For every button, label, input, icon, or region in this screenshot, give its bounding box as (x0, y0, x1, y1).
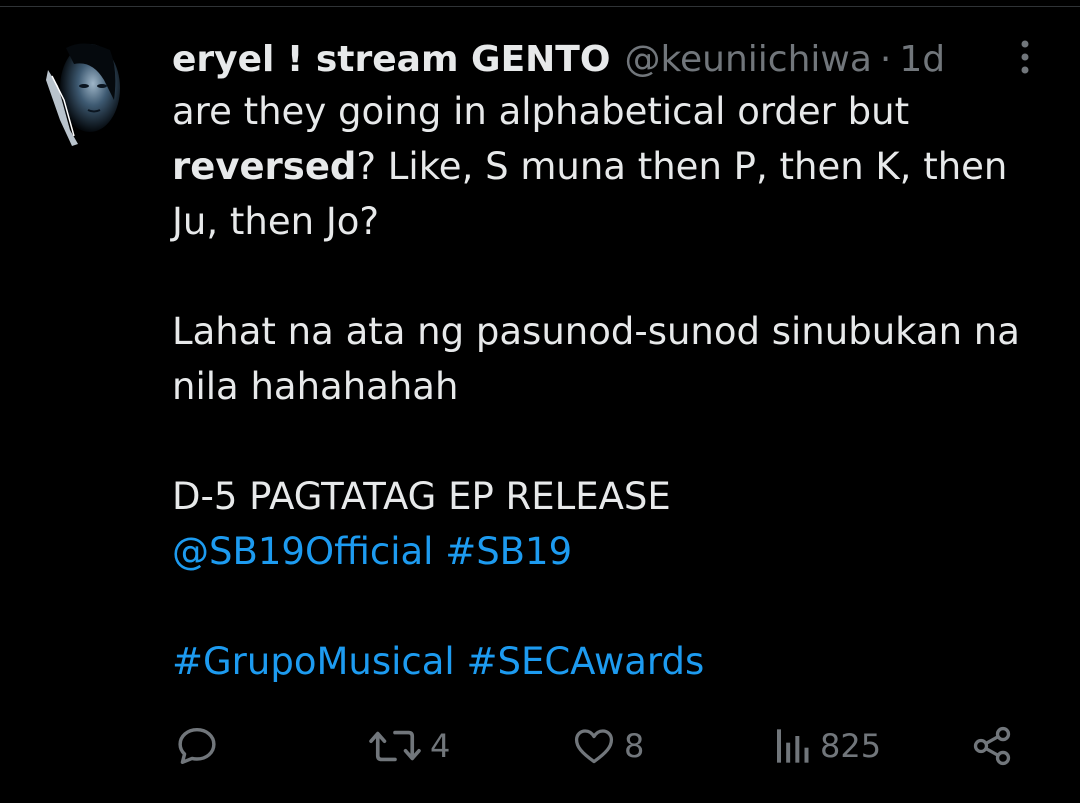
tweet-header: eryel ! stream GENTO @keuniichiwa · 1d (172, 36, 1052, 84)
tweet-line: D-5 PAGTATAG EP RELEASE (172, 475, 671, 518)
action-bar: 4 8 825 (172, 718, 1022, 774)
more-options-button[interactable] (1012, 38, 1038, 78)
tweet-line-rest: ? Like, S muna then P, then K, then (356, 145, 1008, 188)
retweet-button[interactable]: 4 (368, 718, 450, 774)
hashtag-link[interactable]: #SECAwards (466, 640, 704, 683)
reply-button[interactable] (174, 718, 220, 774)
hashtag-link[interactable]: #SB19 (445, 530, 572, 573)
tweet-line: are they going in alphabetical order but (172, 90, 910, 133)
tweet-line: nila hahahahah (172, 365, 459, 408)
like-button[interactable]: 8 (572, 718, 644, 774)
avatar[interactable] (44, 40, 124, 150)
heart-icon (574, 729, 614, 764)
tweet[interactable]: eryel ! stream GENTO @keuniichiwa · 1d a… (172, 36, 1052, 689)
views-count: 825 (820, 727, 882, 765)
retweet-icon (369, 730, 421, 762)
retweet-count: 4 (430, 727, 451, 765)
tweet-line: Ju, then Jo? (172, 200, 380, 243)
mention-link[interactable]: @SB19Official (172, 530, 433, 573)
tweet-line: Lahat na ata ng pasunod-sunod sinubukan … (172, 310, 1020, 353)
display-name[interactable]: eryel ! stream GENTO (172, 36, 610, 84)
top-divider (0, 0, 1080, 7)
views-icon (777, 729, 809, 763)
user-handle[interactable]: @keuniichiwa (624, 36, 871, 84)
tweet-text: are they going in alphabetical order but… (172, 84, 1052, 689)
tweet-line: reversed? Like, S muna then P, then K, t… (172, 139, 1052, 194)
views-button[interactable]: 825 (772, 718, 881, 774)
more-vertical-icon (1021, 40, 1029, 74)
share-icon (973, 726, 1011, 766)
reply-icon (178, 727, 216, 765)
separator-dot: · (879, 39, 892, 80)
hashtag-link[interactable]: #GrupoMusical (172, 640, 455, 683)
share-button[interactable] (970, 718, 1014, 774)
like-count: 8 (624, 727, 645, 765)
avatar-image (44, 40, 124, 150)
timestamp[interactable]: 1d (899, 36, 945, 84)
tweet-line: #GrupoMusical #SECAwards (172, 634, 1052, 689)
bold-text: reversed (172, 145, 357, 188)
tweet-line: @SB19Official #SB19 (172, 524, 1052, 579)
